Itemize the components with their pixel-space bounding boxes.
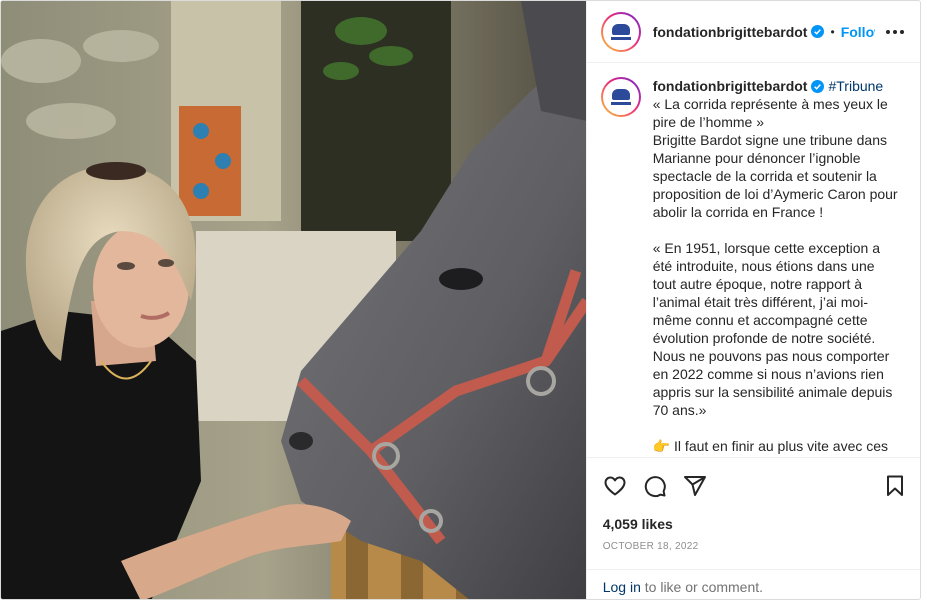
post-sidebar: fondationbrigittebardot • Follow fondati… xyxy=(585,1,920,599)
share-icon[interactable] xyxy=(681,472,709,500)
instagram-post: fondationbrigittebardot • Follow fondati… xyxy=(0,0,921,600)
photo-illustration xyxy=(1,1,586,599)
action-icons xyxy=(601,472,909,500)
post-actions: 4,059 likes October 18, 2022 Log in to l… xyxy=(586,457,920,599)
more-options-icon[interactable] xyxy=(885,25,904,39)
verified-badge-icon xyxy=(811,80,825,93)
profile-avatar[interactable] xyxy=(600,11,641,52)
caption-continuation: 👉 Il faut en finir au plus vite avec ces xyxy=(652,438,889,454)
comment-icon[interactable] xyxy=(641,472,669,500)
caption-citation: « En 1951, lorsque cette exception a été… xyxy=(652,240,897,418)
post-photo[interactable] xyxy=(1,1,586,599)
like-icon[interactable] xyxy=(601,472,629,500)
foundation-logo xyxy=(604,15,637,48)
hashtag-link[interactable]: #Tribune xyxy=(828,78,883,94)
verified-badge-icon xyxy=(811,25,825,38)
post-caption: fondationbrigittebardot #Tribune « La cor… xyxy=(653,77,898,457)
foundation-logo xyxy=(604,81,637,113)
login-prompt-text: to like or comment. xyxy=(640,579,764,595)
caption-quote: « La corrida représente à mes yeux le pi… xyxy=(652,96,892,130)
header-username[interactable]: fondationbrigittebardot xyxy=(653,24,808,40)
save-icon[interactable] xyxy=(881,472,909,500)
caption-body: Brigitte Bardot signe une tribune dans M… xyxy=(652,132,902,220)
separator-dot: • xyxy=(830,24,835,39)
caption-area: fondationbrigittebardot #Tribune « La cor… xyxy=(587,63,920,457)
follow-button[interactable]: Follow xyxy=(841,24,875,40)
caption-avatar[interactable] xyxy=(600,77,641,117)
login-link[interactable]: Log in xyxy=(603,579,641,595)
like-count[interactable]: 4,059 likes xyxy=(603,516,673,532)
post-header: fondationbrigittebardot • Follow xyxy=(586,1,920,63)
caption-username[interactable]: fondationbrigittebardot xyxy=(653,78,808,94)
post-date[interactable]: October 18, 2022 xyxy=(603,541,699,552)
login-prompt: Log in to like or comment. xyxy=(586,569,920,599)
